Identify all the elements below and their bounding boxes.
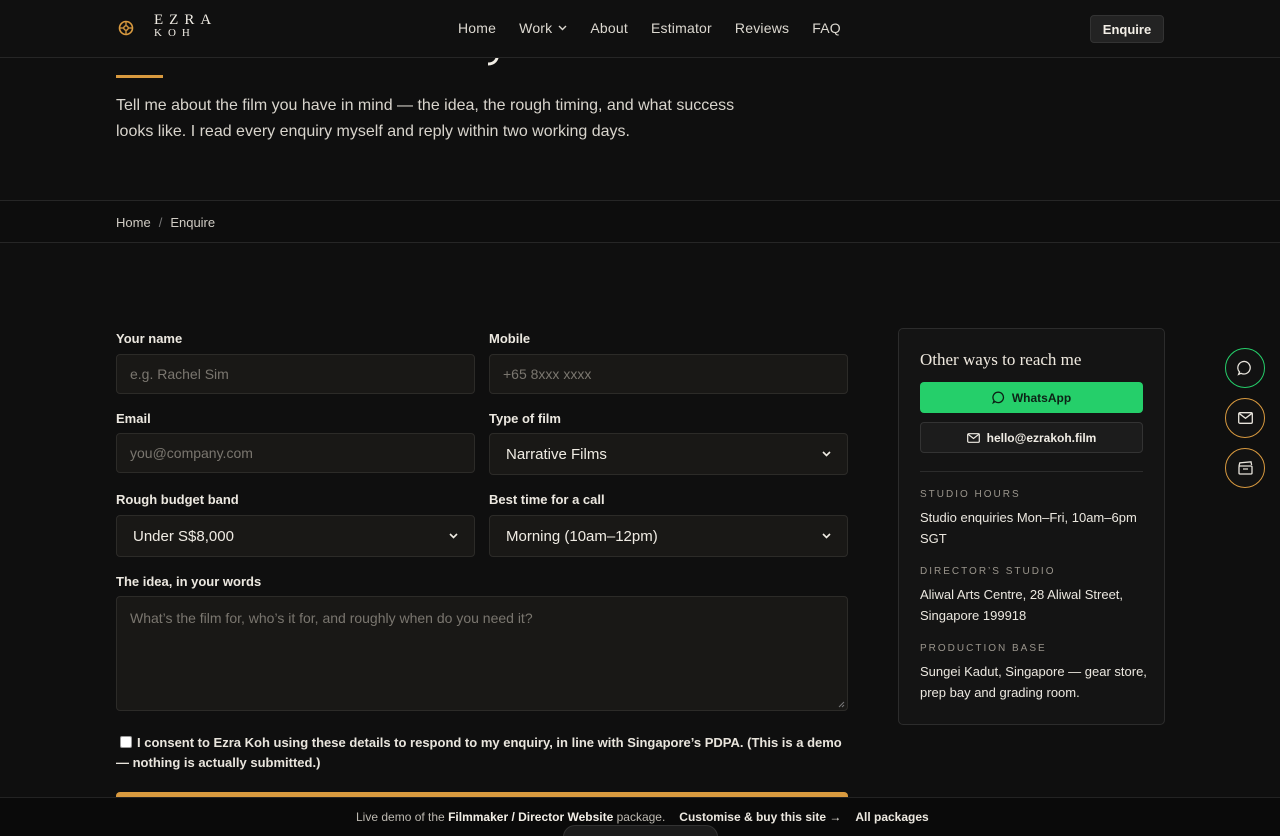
budget-value: Under S$8,000 [133, 527, 234, 545]
site-header: EZRA KOH Home Work About Estimator Revie… [0, 0, 1280, 58]
film-type-select[interactable]: Narrative Films [489, 433, 848, 475]
breadcrumb: Home / Enquire [116, 215, 215, 230]
whatsapp-button[interactable]: WhatsApp [920, 382, 1143, 413]
footer-suffix: package. [616, 810, 666, 824]
mail-icon [966, 432, 980, 443]
consent-checkbox[interactable] [120, 736, 132, 748]
aperture-icon [118, 20, 134, 35]
budget-select[interactable]: Under S$8,000 [116, 515, 475, 557]
chevron-down-icon [822, 533, 831, 539]
accent-divider [116, 75, 163, 78]
mobile-input[interactable]: +65 8xxx xxxx [489, 354, 848, 394]
brand-name: EZRA KOH [154, 12, 218, 40]
nav-label: Work [519, 20, 553, 36]
idea-label: The idea, in your words [116, 574, 262, 589]
nav-item-faq[interactable]: FAQ [812, 20, 841, 36]
demo-footer-content: Live demo of the Filmmaker / Director We… [356, 810, 929, 824]
customise-buy-link[interactable]: Customise & buy this site → [679, 810, 841, 824]
nav-label: Reviews [734, 20, 790, 36]
nav-item-work[interactable]: Work [519, 20, 567, 36]
consent-row: I consent to Ezra Koh using these detail… [116, 733, 856, 773]
studio-hours-label: STUDIO HOURS [920, 489, 1021, 500]
directors-studio-text: Aliwal Arts Centre, 28 Aliwal Street, Si… [920, 587, 1124, 623]
production-base-label: PRODUCTION BASE [920, 643, 1047, 654]
floating-chat-button[interactable] [1225, 348, 1265, 388]
film-type-label: Type of film [489, 411, 561, 426]
whatsapp-label: WhatsApp [1011, 390, 1072, 405]
bottom-dock[interactable] [563, 825, 718, 836]
brand-name-line2: KOH [154, 27, 196, 39]
contact-card: Other ways to reach me WhatsApp hello@ez… [898, 328, 1165, 725]
brand-name-line1: EZRA [154, 12, 218, 28]
production-base-text: Sungei Kadut, Singapore — gear store, pr… [920, 664, 1147, 700]
nav-label: FAQ [812, 20, 841, 36]
all-packages-link[interactable]: All packages [855, 810, 928, 824]
footer-package-name: Filmmaker / Director Website [448, 810, 614, 824]
nav-item-about[interactable]: About [590, 20, 628, 36]
nav-item-estimator[interactable]: Estimator [651, 20, 712, 36]
mobile-label: Mobile [489, 331, 531, 346]
name-input[interactable]: e.g. Rachel Sim [116, 354, 475, 394]
chevron-down-icon [822, 451, 831, 457]
nav-item-reviews[interactable]: Reviews [735, 20, 789, 36]
breadcrumb-separator: / [158, 215, 163, 230]
floating-mail-button[interactable] [1225, 398, 1265, 438]
film-type-value: Narrative Films [506, 445, 607, 463]
floating-estimator-button[interactable] [1225, 448, 1265, 488]
clapperboard-icon [1237, 461, 1253, 475]
name-placeholder: e.g. Rachel Sim [130, 366, 229, 382]
email-input[interactable]: you@company.com [116, 433, 475, 473]
chat-icon [1237, 360, 1251, 376]
nav-label: Home [458, 20, 497, 36]
brand-logo[interactable]: EZRA KOH [118, 12, 218, 40]
resize-handle-icon[interactable] [838, 701, 845, 708]
chevron-down-icon [558, 25, 567, 31]
nav-label: About [590, 20, 628, 36]
hero-description: Tell me about the film you have in mind … [116, 97, 735, 140]
breadcrumb-current: Enquire [170, 215, 216, 230]
chevron-down-icon [449, 533, 458, 539]
call-time-select[interactable]: Morning (10am–12pm) [489, 515, 848, 557]
nav-label: Estimator [650, 20, 712, 36]
card-divider [920, 471, 1143, 472]
idea-placeholder: What’s the film for, who’s it for, and r… [130, 610, 533, 626]
studio-hours-text: Studio enquiries Mon–Fri, 10am–6pm SGT [920, 510, 1137, 546]
email-placeholder: you@company.com [130, 445, 253, 461]
email-label: hello@ezrakoh.film [986, 430, 1097, 445]
breadcrumb-home[interactable]: Home [116, 215, 151, 230]
idea-textarea[interactable]: What’s the film for, who’s it for, and r… [116, 596, 848, 711]
footer-prefix: Live demo of the [356, 810, 445, 824]
nav-item-home[interactable]: Home [458, 20, 496, 36]
email-button[interactable]: hello@ezrakoh.film [920, 422, 1143, 453]
contact-card-title: Other ways to reach me [920, 350, 1082, 369]
mobile-placeholder: +65 8xxx xxxx [503, 366, 592, 382]
breadcrumb-bar: Home / Enquire [0, 200, 1280, 243]
email-label: Email [116, 411, 151, 426]
name-label: Your name [116, 331, 183, 346]
enquire-button[interactable]: Enquire [1090, 15, 1164, 43]
whatsapp-icon [991, 391, 1004, 404]
mail-icon [1237, 412, 1253, 424]
call-time-label: Best time for a call [489, 492, 605, 507]
budget-label: Rough budget band [116, 492, 239, 507]
call-time-value: Morning (10am–12pm) [506, 527, 658, 545]
directors-studio-label: DIRECTOR’S STUDIO [920, 566, 1056, 577]
main-nav: Home Work About Estimator Reviews FAQ [458, 20, 864, 36]
consent-text: I consent to Ezra Koh using these detail… [116, 735, 842, 770]
